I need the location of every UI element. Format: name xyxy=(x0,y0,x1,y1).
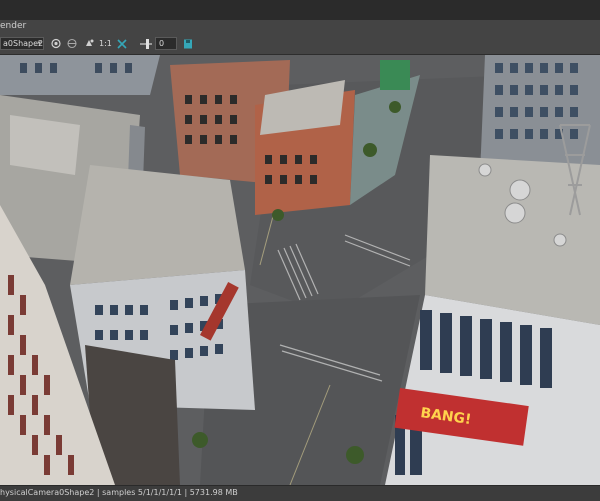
save-icon xyxy=(184,39,192,49)
center-building-roof xyxy=(70,165,245,285)
left-rooftop-pad xyxy=(10,115,80,175)
record-icon xyxy=(51,38,61,49)
snapshot-button[interactable] xyxy=(116,37,128,50)
render-button[interactable] xyxy=(50,37,62,50)
camera-select[interactable]: a0Shape2 ▾ xyxy=(0,37,44,50)
channels-button[interactable] xyxy=(83,37,95,50)
chevron-down-icon: ▾ xyxy=(37,39,41,47)
exposure-field[interactable]: 0 xyxy=(155,37,177,50)
region-button[interactable] xyxy=(66,37,78,50)
region-icon xyxy=(67,38,77,49)
status-bar: hysicalCamera0Shape2 | samples 5/1/1/1/1… xyxy=(0,485,600,501)
title-bar: ender xyxy=(0,20,600,34)
window-title: ender xyxy=(0,21,27,31)
save-button[interactable] xyxy=(182,37,194,50)
snapshot-icon xyxy=(117,39,127,49)
window-top-bar xyxy=(0,0,600,21)
building-top-left xyxy=(0,55,160,95)
channels-icon xyxy=(86,39,94,46)
render-toolbar: a0Shape2 ▾ 1:1 0 xyxy=(0,34,600,55)
green-awning xyxy=(380,60,410,90)
render-image: BANG! xyxy=(0,55,600,485)
ratio-label: 1:1 xyxy=(99,39,112,48)
ratio-button[interactable]: 1:1 xyxy=(99,37,112,50)
render-viewport[interactable]: BANG! xyxy=(0,55,600,485)
exposure-slider-handle[interactable] xyxy=(146,39,149,49)
status-text: hysicalCamera0Shape2 | samples 5/1/1/1/1… xyxy=(0,488,238,497)
exposure-value: 0 xyxy=(159,39,165,48)
